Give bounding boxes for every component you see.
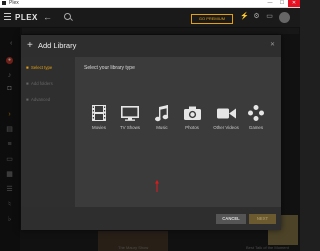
- minimize-button[interactable]: —: [264, 0, 276, 7]
- back-arrow-icon[interactable]: ←: [43, 12, 52, 23]
- window-titlebar: Plex — ☐ ✕: [0, 0, 300, 8]
- dialog-header: + Add Library ✕: [21, 35, 281, 57]
- window-title: Plex: [9, 0, 19, 6]
- step-advanced: ■ Advanced: [26, 97, 50, 103]
- red-arrow-icon: [155, 180, 159, 192]
- library-type-label: Music: [156, 125, 168, 130]
- film-icon: [84, 104, 114, 122]
- library-type-label: Other Videos: [213, 125, 239, 130]
- wizard-steps: ■ Select type ■ Add folders ■ Advanced: [21, 57, 75, 230]
- gamepad-icon: [241, 104, 271, 122]
- add-icon: +: [27, 40, 33, 51]
- search-icon[interactable]: [64, 13, 71, 20]
- avatar[interactable]: [279, 12, 290, 23]
- library-type-movies[interactable]: Movies: [84, 104, 114, 131]
- add-library-dialog: + Add Library ✕ ■ Select type ■ Add folder…: [21, 35, 281, 230]
- library-type-tv-shows[interactable]: TV Shows: [115, 104, 145, 131]
- settings-icon[interactable]: ⚙: [253, 13, 260, 21]
- step-label: Advanced: [31, 97, 51, 102]
- maximize-button[interactable]: ☐: [276, 0, 288, 7]
- close-window-button[interactable]: ✕: [288, 0, 300, 7]
- go-premium-button[interactable]: GO PREMIUM: [191, 14, 233, 24]
- app-icon: [2, 1, 6, 5]
- select-type-prompt: Select your library type: [84, 65, 135, 71]
- dialog-footer: CANCEL NEXT: [21, 207, 281, 230]
- step-label: Add folders: [31, 81, 53, 86]
- close-dialog-icon[interactable]: ✕: [270, 41, 275, 49]
- step-select-type[interactable]: ■ Select type: [26, 65, 52, 71]
- step-add-folders: ■ Add folders: [26, 81, 53, 87]
- library-type-label: Photos: [185, 125, 199, 130]
- cancel-button[interactable]: CANCEL: [216, 214, 246, 224]
- library-type-label: TV Shows: [119, 125, 140, 130]
- hamburger-menu-icon[interactable]: [4, 13, 11, 21]
- library-type-photos[interactable]: Photos: [177, 104, 207, 131]
- library-type-other-videos[interactable]: Other Videos: [211, 104, 241, 131]
- plex-topbar: PLEX ← GO PREMIUM ⚡ ⚙ ▭: [0, 8, 300, 27]
- dialog-title: Add Library: [38, 41, 77, 50]
- tv-icon: [115, 104, 145, 122]
- video-camera-icon: [211, 104, 241, 122]
- cast-icon[interactable]: ▭: [266, 13, 273, 21]
- plex-logo[interactable]: PLEX: [15, 12, 38, 23]
- step-label: Select type: [31, 65, 53, 70]
- library-type-label: Movies: [92, 125, 106, 130]
- camera-icon: [177, 104, 207, 122]
- next-button[interactable]: NEXT: [249, 214, 276, 224]
- music-note-icon: [147, 104, 177, 122]
- library-type-music[interactable]: Music: [147, 104, 177, 131]
- activity-icon[interactable]: ⚡: [240, 13, 249, 21]
- library-type-games[interactable]: Games: [241, 104, 271, 131]
- library-type-label: Games: [248, 125, 264, 130]
- dialog-content: Select your library type Movies TV Shows…: [79, 57, 279, 230]
